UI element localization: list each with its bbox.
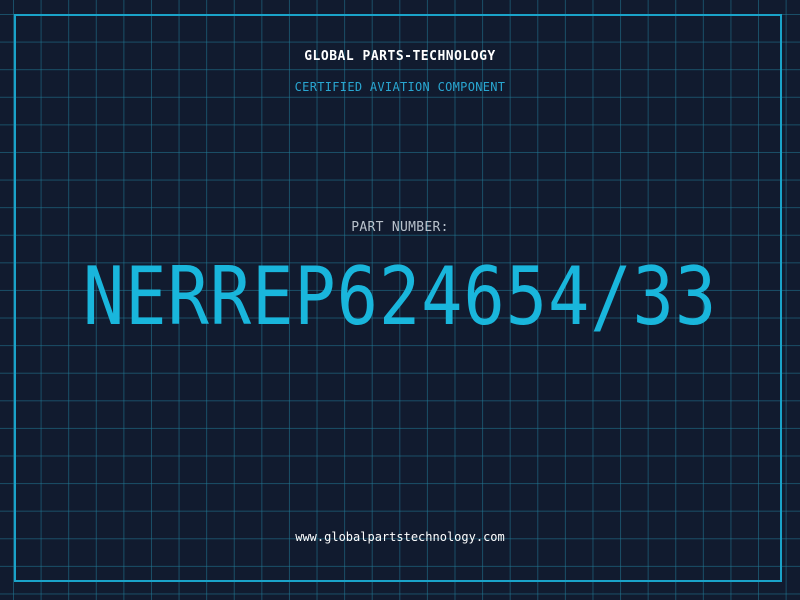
part-card: GLOBAL PARTS-TECHNOLOGY CERTIFIED AVIATI… [0,0,800,600]
website-url: www.globalpartstechnology.com [295,530,505,544]
certification-subtitle: CERTIFIED AVIATION COMPONENT [294,80,506,94]
part-number-label: PART NUMBER: [351,220,449,235]
part-number-value: NERREP624654/33 [82,250,718,343]
company-name: GLOBAL PARTS-TECHNOLOGY [304,49,496,64]
